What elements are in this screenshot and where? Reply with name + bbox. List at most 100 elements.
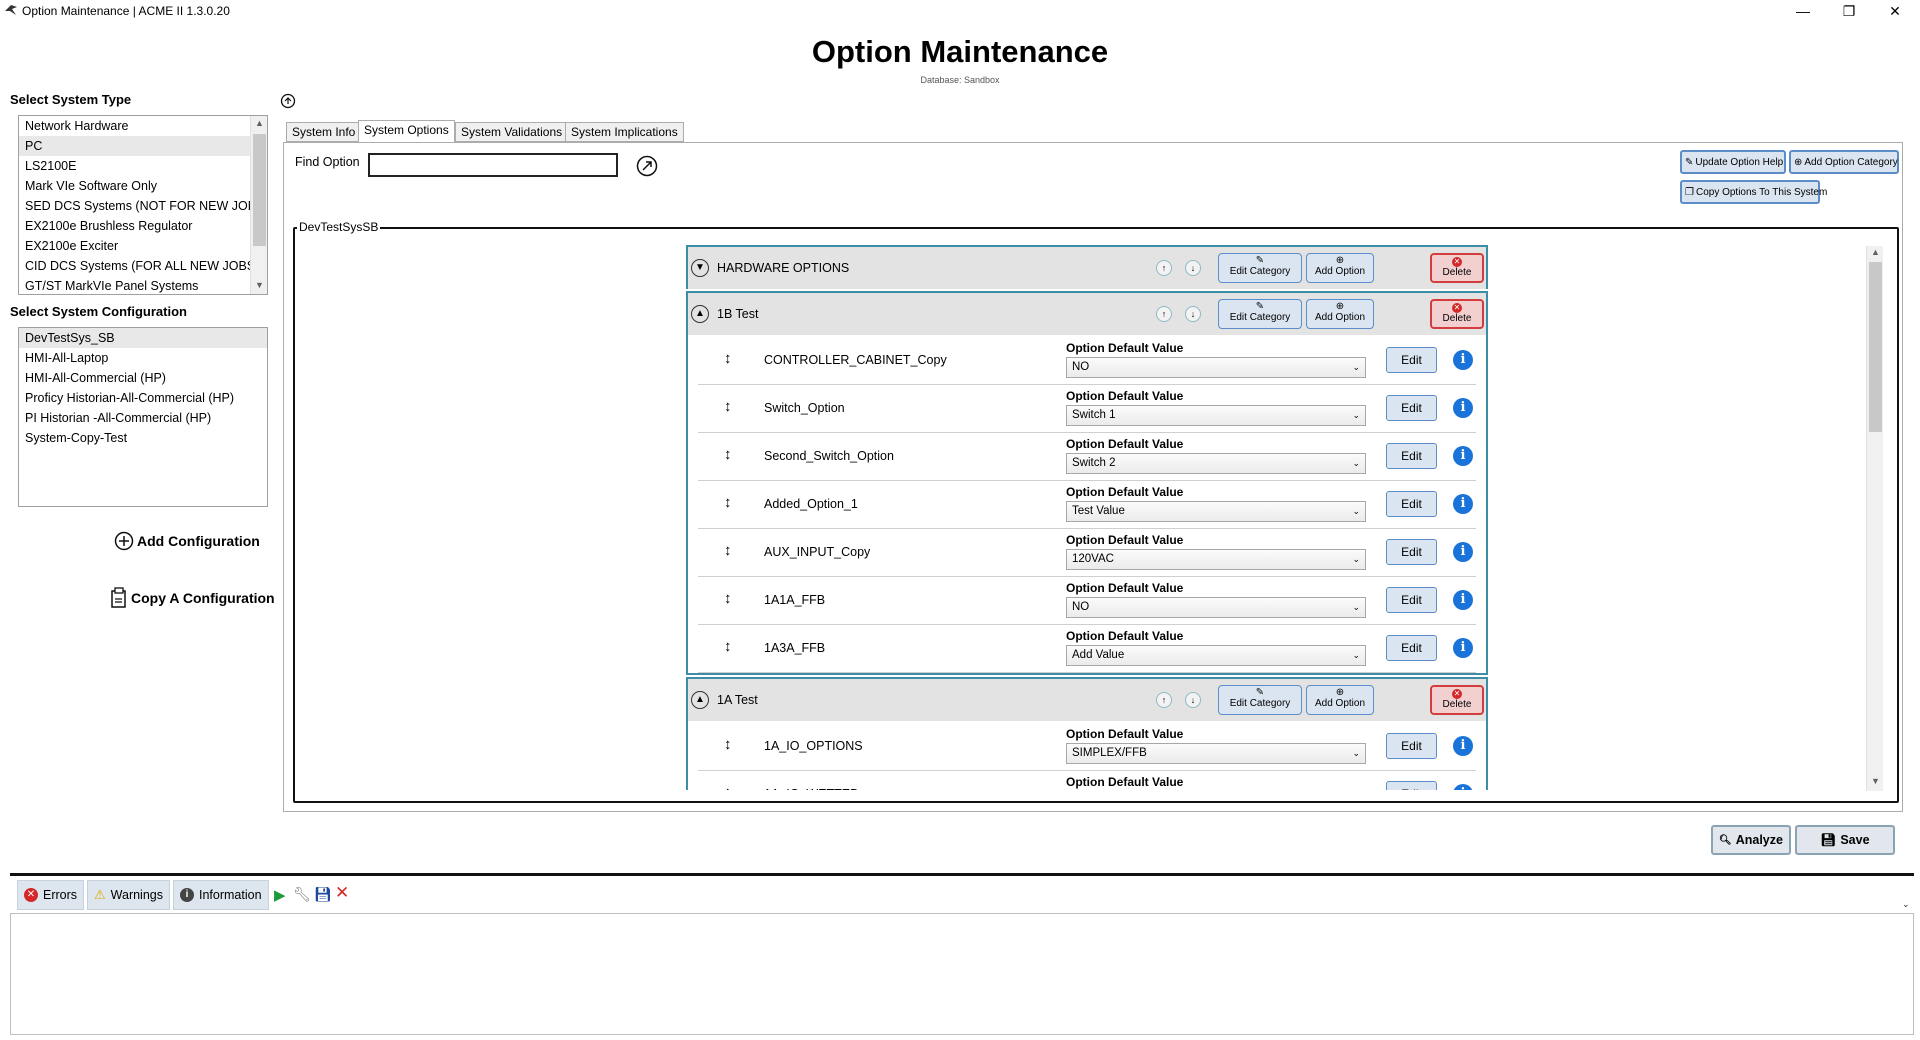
add-option-button[interactable]: ⊕ Add Option (1306, 685, 1374, 715)
add-option-button[interactable]: ⊕ Add Option (1306, 299, 1374, 329)
system-config-item[interactable]: PI Historian -All-Commercial (HP) (19, 408, 267, 428)
system-config-list[interactable]: DevTestSys_SB HMI-All-Laptop HMI-All-Comme… (18, 327, 268, 507)
system-config-item[interactable]: HMI-All-Laptop (19, 348, 267, 368)
move-up-icon[interactable]: ↑ (1156, 692, 1172, 708)
info-icon[interactable]: i (1453, 542, 1473, 562)
info-icon[interactable]: i (1453, 446, 1473, 466)
option-default-select[interactable]: Add Value ⌄ (1066, 645, 1366, 666)
scroll-thumb[interactable] (1869, 262, 1882, 432)
option-default-select[interactable]: 120VAC ⌄ (1066, 549, 1366, 570)
drag-handle-icon[interactable]: ↕ (724, 638, 732, 655)
info-icon[interactable]: i (1453, 350, 1473, 370)
collapse-icon[interactable]: ⌄ (1902, 899, 1910, 910)
move-down-icon[interactable]: ↓ (1185, 692, 1201, 708)
edit-option-button[interactable]: Edit (1386, 539, 1437, 565)
tab-system-info[interactable]: System Info (286, 122, 362, 142)
drag-handle-icon[interactable]: ↕ (724, 350, 732, 367)
minimize-button[interactable]: — (1780, 0, 1826, 22)
options-scrollbar[interactable]: ▲ ▼ (1866, 246, 1883, 791)
system-config-item[interactable]: System-Copy-Test (19, 428, 267, 448)
drag-handle-icon[interactable]: ↕ (724, 736, 732, 753)
tab-system-options[interactable]: System Options (358, 120, 455, 143)
scroll-down-icon[interactable]: ▼ (251, 280, 267, 290)
system-type-item[interactable]: PC (19, 136, 267, 156)
system-type-item[interactable]: CID DCS Systems (FOR ALL NEW JOBS) (19, 256, 267, 276)
tab-system-validations[interactable]: System Validations (455, 122, 569, 142)
edit-option-button[interactable]: Edit (1386, 443, 1437, 469)
edit-option-button[interactable]: Edit (1386, 347, 1437, 373)
move-up-icon[interactable]: ↑ (1156, 260, 1172, 276)
edit-category-button[interactable]: ✎ Edit Category (1218, 685, 1302, 715)
drag-handle-icon[interactable]: ↕ (724, 542, 732, 559)
errors-tab[interactable]: ✕ Errors (17, 880, 85, 910)
refresh-icon[interactable] (280, 93, 296, 109)
clear-icon[interactable]: ✕ (335, 883, 349, 903)
edit-option-button[interactable]: Edit (1386, 635, 1437, 661)
maximize-button[interactable]: ❐ (1826, 0, 1872, 22)
add-option-category-button[interactable]: ⊕ Add Option Category (1789, 150, 1899, 174)
info-icon[interactable]: i (1453, 494, 1473, 514)
system-type-item[interactable]: GT/ST MarkVIe Panel Systems (19, 276, 267, 294)
drag-handle-icon[interactable]: ↕ (724, 398, 732, 415)
delete-category-button[interactable]: ✕ Delete (1430, 299, 1484, 329)
collapse-chevron-icon[interactable]: ▲ (691, 305, 709, 323)
edit-category-button[interactable]: ✎ Edit Category (1218, 253, 1302, 283)
edit-option-button[interactable]: Edit (1386, 733, 1437, 759)
info-icon[interactable]: i (1453, 398, 1473, 418)
system-type-item[interactable]: Mark VIe Software Only (19, 176, 267, 196)
edit-option-button[interactable]: Edit (1386, 587, 1437, 613)
collapse-chevron-icon[interactable]: ▲ (691, 691, 709, 709)
expand-chevron-icon[interactable]: ▼ (691, 259, 709, 277)
info-icon[interactable]: i (1453, 784, 1473, 790)
system-config-item[interactable]: Proficy Historian-All-Commercial (HP) (19, 388, 267, 408)
move-up-icon[interactable]: ↑ (1156, 306, 1172, 322)
search-go-icon[interactable] (636, 155, 658, 177)
system-type-scrollbar[interactable]: ▲ ▼ (250, 116, 267, 294)
edit-option-button[interactable]: Edit (1386, 781, 1437, 790)
copy-configuration-button[interactable]: Copy A Configuration (110, 587, 275, 609)
copy-options-button[interactable]: ❐ Copy Options To This System (1680, 180, 1827, 204)
scroll-up-icon[interactable]: ▲ (251, 118, 267, 128)
info-icon[interactable]: i (1453, 736, 1473, 756)
update-option-help-button[interactable]: ✎ Update Option Help (1680, 150, 1786, 174)
tab-system-implications[interactable]: System Implications (565, 122, 684, 142)
system-config-item[interactable]: HMI-All-Commercial (HP) (19, 368, 267, 388)
warnings-tab[interactable]: ⚠ Warnings (87, 880, 170, 910)
delete-category-button[interactable]: ✕ Delete (1430, 685, 1484, 715)
move-down-icon[interactable]: ↓ (1185, 306, 1201, 322)
option-default-select[interactable]: Test Value ⌄ (1066, 501, 1366, 522)
scroll-up-icon[interactable]: ▲ (1867, 247, 1884, 257)
drag-handle-icon[interactable]: ↕ (724, 446, 732, 463)
edit-option-button[interactable]: Edit (1386, 395, 1437, 421)
save-button[interactable]: 💾︎ Save (1795, 825, 1895, 855)
scroll-down-icon[interactable]: ▼ (1867, 776, 1884, 786)
close-window-button[interactable]: ✕ (1872, 0, 1918, 22)
system-type-item[interactable]: Network Hardware (19, 116, 267, 136)
info-icon[interactable]: i (1453, 638, 1473, 658)
move-down-icon[interactable]: ↓ (1185, 260, 1201, 276)
option-default-select[interactable]: Switch 2 ⌄ (1066, 453, 1366, 474)
system-type-item[interactable]: EX2100e Brushless Regulator (19, 216, 267, 236)
scroll-thumb[interactable] (253, 134, 266, 246)
drag-handle-icon[interactable]: ↕ (724, 494, 732, 511)
edit-option-button[interactable]: Edit (1386, 491, 1437, 517)
drag-handle-icon[interactable]: ↕ (724, 590, 732, 607)
system-type-item[interactable]: SED DCS Systems (NOT FOR NEW JOBS) (19, 196, 267, 216)
system-config-item[interactable]: DevTestSys_SB (19, 328, 267, 348)
drag-handle-icon[interactable]: ↕ (724, 784, 732, 790)
system-type-list[interactable]: Network Hardware PC LS2100E Mark VIe Softwa… (18, 115, 268, 295)
find-option-input[interactable] (368, 153, 618, 177)
option-default-select[interactable]: NO ⌄ (1066, 597, 1366, 618)
option-default-select[interactable]: SIMPLEX/FFB ⌄ (1066, 743, 1366, 764)
option-default-select[interactable]: Switch 1 ⌄ (1066, 405, 1366, 426)
wrench-icon[interactable]: 🔧︎ (293, 886, 311, 903)
add-configuration-button[interactable]: Add Configuration (114, 531, 260, 551)
delete-category-button[interactable]: ✕ Delete (1430, 253, 1484, 283)
run-icon[interactable]: ▶ (274, 886, 286, 904)
add-option-button[interactable]: ⊕ Add Option (1306, 253, 1374, 283)
edit-category-button[interactable]: ✎ Edit Category (1218, 299, 1302, 329)
info-icon[interactable]: i (1453, 590, 1473, 610)
system-type-item[interactable]: LS2100E (19, 156, 267, 176)
save-log-icon[interactable]: 💾︎ (314, 886, 332, 903)
option-default-select[interactable]: NO ⌄ (1066, 357, 1366, 378)
